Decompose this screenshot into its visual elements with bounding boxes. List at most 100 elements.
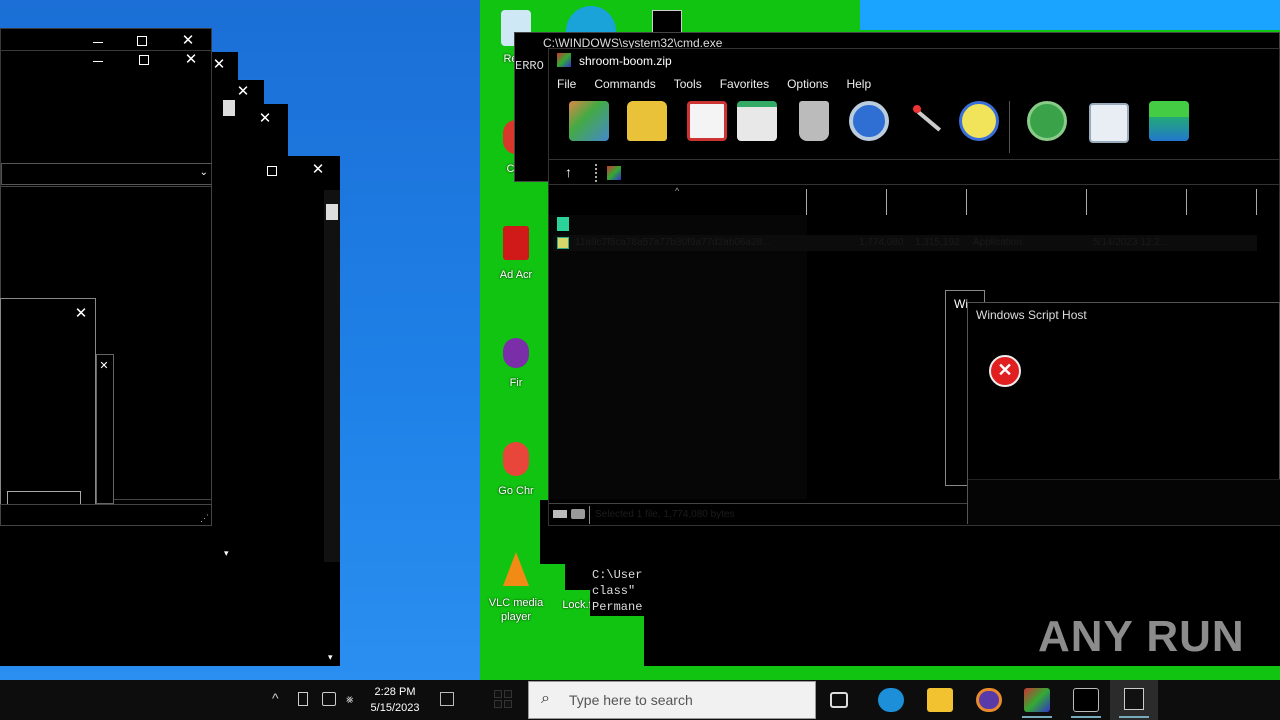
firefox-icon <box>503 338 529 368</box>
extract-to-icon[interactable] <box>627 101 667 141</box>
desktop-icon-firefox[interactable]: Fir <box>491 338 541 390</box>
menu-tools[interactable]: Tools <box>674 77 702 91</box>
edge-taskbar-icon[interactable] <box>878 688 904 712</box>
winrar-app-icon <box>557 53 571 67</box>
menu-file[interactable]: File <box>557 77 576 91</box>
small-dialog[interactable]: ✕ <box>0 298 96 522</box>
icon-label: Fir <box>509 377 523 389</box>
notifications-icon[interactable] <box>440 692 454 706</box>
file-name: 11a9c7f5ca78a57a77b30f9a77d2ab06a28... <box>575 237 771 248</box>
close-icon[interactable]: ✕ <box>74 306 88 321</box>
file-packed: 1,315,192 <box>915 237 960 248</box>
column-header-crc[interactable] <box>1187 189 1257 215</box>
search-placeholder: Type here to search <box>569 692 693 708</box>
close-icon[interactable]: ✕ <box>311 162 325 177</box>
wizard-icon[interactable] <box>907 101 947 141</box>
column-header-packed[interactable] <box>887 189 967 215</box>
wsh-button-area <box>968 479 1280 525</box>
firefox-taskbar-icon[interactable] <box>976 688 1002 712</box>
scroll-down-icon[interactable]: ▾ <box>224 548 229 559</box>
cmd-output: C:\User class" Permane <box>590 564 644 616</box>
close-icon[interactable]: ✕ <box>97 359 111 373</box>
minimize-icon[interactable] <box>93 42 103 43</box>
drive-icon <box>553 510 567 518</box>
windows-script-host-dialog[interactable]: Windows Script Host ✕ <box>967 302 1280 525</box>
wsh-behind-title: Wi <box>954 297 968 311</box>
up-arrow-icon[interactable]: ↑ <box>565 164 572 180</box>
clock[interactable]: 2:28 PM 5/15/2023 <box>360 684 430 716</box>
application-file-icon <box>557 237 569 249</box>
minimize-icon[interactable] <box>93 61 103 62</box>
find-icon[interactable] <box>849 101 889 141</box>
menu-options[interactable]: Options <box>787 77 828 91</box>
show-hidden-icons-icon[interactable]: ^ <box>272 690 279 706</box>
close-icon[interactable]: ✕ <box>184 52 198 67</box>
column-header-modified[interactable] <box>1087 189 1187 215</box>
status-text: Selected 1 file, 1,774,080 bytes <box>595 509 735 520</box>
window-status-strip: ⋰ <box>0 504 212 526</box>
file-list-name-column <box>549 215 807 499</box>
status-separator <box>589 506 590 524</box>
winrar-taskbar-icon[interactable] <box>1024 688 1050 712</box>
maximize-icon[interactable] <box>267 166 277 176</box>
chevron-down-icon: ⌄ <box>199 167 208 178</box>
virus-scan-icon[interactable] <box>1027 101 1067 141</box>
column-header-type[interactable] <box>967 189 1087 215</box>
volume-icon[interactable]: ⨳ <box>346 692 353 707</box>
comment-icon[interactable] <box>1089 103 1129 143</box>
menu-favorites[interactable]: Favorites <box>720 77 769 91</box>
test-icon[interactable] <box>687 101 727 141</box>
sfx-icon[interactable] <box>1149 101 1189 141</box>
delete-icon[interactable] <box>799 101 829 141</box>
desktop-icon-google-chrome[interactable]: Go Chr <box>491 442 541 498</box>
window-bottom-strip: ▾ <box>0 526 236 562</box>
view-icon[interactable] <box>737 101 777 141</box>
cmd-line: Permane <box>592 600 643 614</box>
file-explorer-taskbar-icon[interactable] <box>927 688 953 712</box>
icon-label: Lock.f <box>562 599 592 611</box>
file-type: Application <box>973 237 1022 248</box>
wscript-active-indicator <box>1119 716 1149 718</box>
sort-ascending-icon: ^ <box>675 186 680 196</box>
network-icon[interactable] <box>322 692 336 706</box>
close-icon[interactable]: ✕ <box>258 111 272 126</box>
maximize-icon[interactable] <box>137 36 147 46</box>
search-icon: ⌕ <box>541 690 550 707</box>
cmd-active-indicator <box>1071 716 1101 718</box>
maximize-icon[interactable] <box>139 55 149 65</box>
device-icon[interactable] <box>298 692 308 706</box>
parent-folder-icon[interactable] <box>557 217 569 231</box>
info-icon[interactable] <box>959 101 999 141</box>
anyrun-watermark: ANY RUN <box>1038 612 1245 661</box>
black-window-4[interactable]: ✕ <box>238 104 288 164</box>
scrollbar-thumb[interactable] <box>326 204 338 220</box>
window-edge-strip: ✕ <box>212 52 238 562</box>
column-header-name[interactable]: ^ <box>549 186 807 215</box>
resize-grip-icon[interactable]: ⋰ <box>200 513 209 524</box>
close-icon[interactable]: ✕ <box>181 33 195 48</box>
cmd-taskbar-icon[interactable] <box>1073 688 1099 712</box>
winrar-title: shroom-boom.zip <box>579 54 672 68</box>
cmd-error-text: ERRO <box>515 59 544 73</box>
archive-path-icon[interactable] <box>607 166 621 180</box>
column-header-size[interactable] <box>807 189 887 215</box>
icon-label: Ad Acr <box>499 269 533 281</box>
winrar-titlebar[interactable]: shroom-boom.zip <box>549 49 1279 73</box>
menu-help[interactable]: Help <box>846 77 871 91</box>
wscript-taskbar-button[interactable] <box>1110 680 1158 720</box>
acrobat-icon <box>503 226 529 260</box>
desktop-icon-adobe-acrobat[interactable]: Ad Acr <box>491 226 541 282</box>
start-button[interactable] <box>494 690 512 708</box>
scroll-down-icon[interactable]: ▾ <box>328 652 333 663</box>
menu-commands[interactable]: Commands <box>594 77 655 91</box>
desktop-icon-vlc[interactable]: VLC media player <box>487 552 545 624</box>
clock-time: 2:28 PM <box>374 686 416 698</box>
file-row[interactable]: 11a9c7f5ca78a57a77b30f9a77d2ab06a28... 1… <box>553 235 1257 251</box>
scrollbar-thumb[interactable] <box>223 100 235 116</box>
add-icon[interactable] <box>569 101 609 141</box>
taskbar-search-box[interactable]: ⌕ Type here to search <box>528 681 816 719</box>
dropdown-field[interactable]: ⌄ <box>1 163 213 185</box>
close-icon[interactable]: ✕ <box>212 57 226 72</box>
task-view-icon[interactable] <box>830 692 848 708</box>
close-icon[interactable]: ✕ <box>236 84 250 99</box>
